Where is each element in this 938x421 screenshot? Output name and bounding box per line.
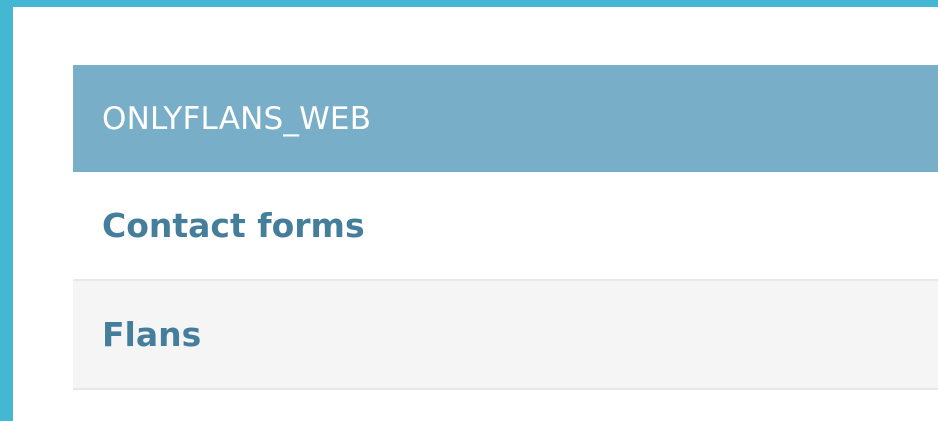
app-module-onlyflans-web: ONLYFLANS_WEB Contact forms Flans [73, 65, 938, 390]
model-row-flans: Flans [73, 281, 938, 390]
model-row-contact-forms: Contact forms [73, 172, 938, 281]
admin-frame: ONLYFLANS_WEB Contact forms Flans [0, 0, 938, 421]
module-caption[interactable]: ONLYFLANS_WEB [73, 65, 938, 172]
model-link-flans[interactable]: Flans [102, 315, 201, 354]
module-caption-label[interactable]: ONLYFLANS_WEB [102, 101, 371, 137]
model-link-contact-forms[interactable]: Contact forms [102, 206, 365, 245]
